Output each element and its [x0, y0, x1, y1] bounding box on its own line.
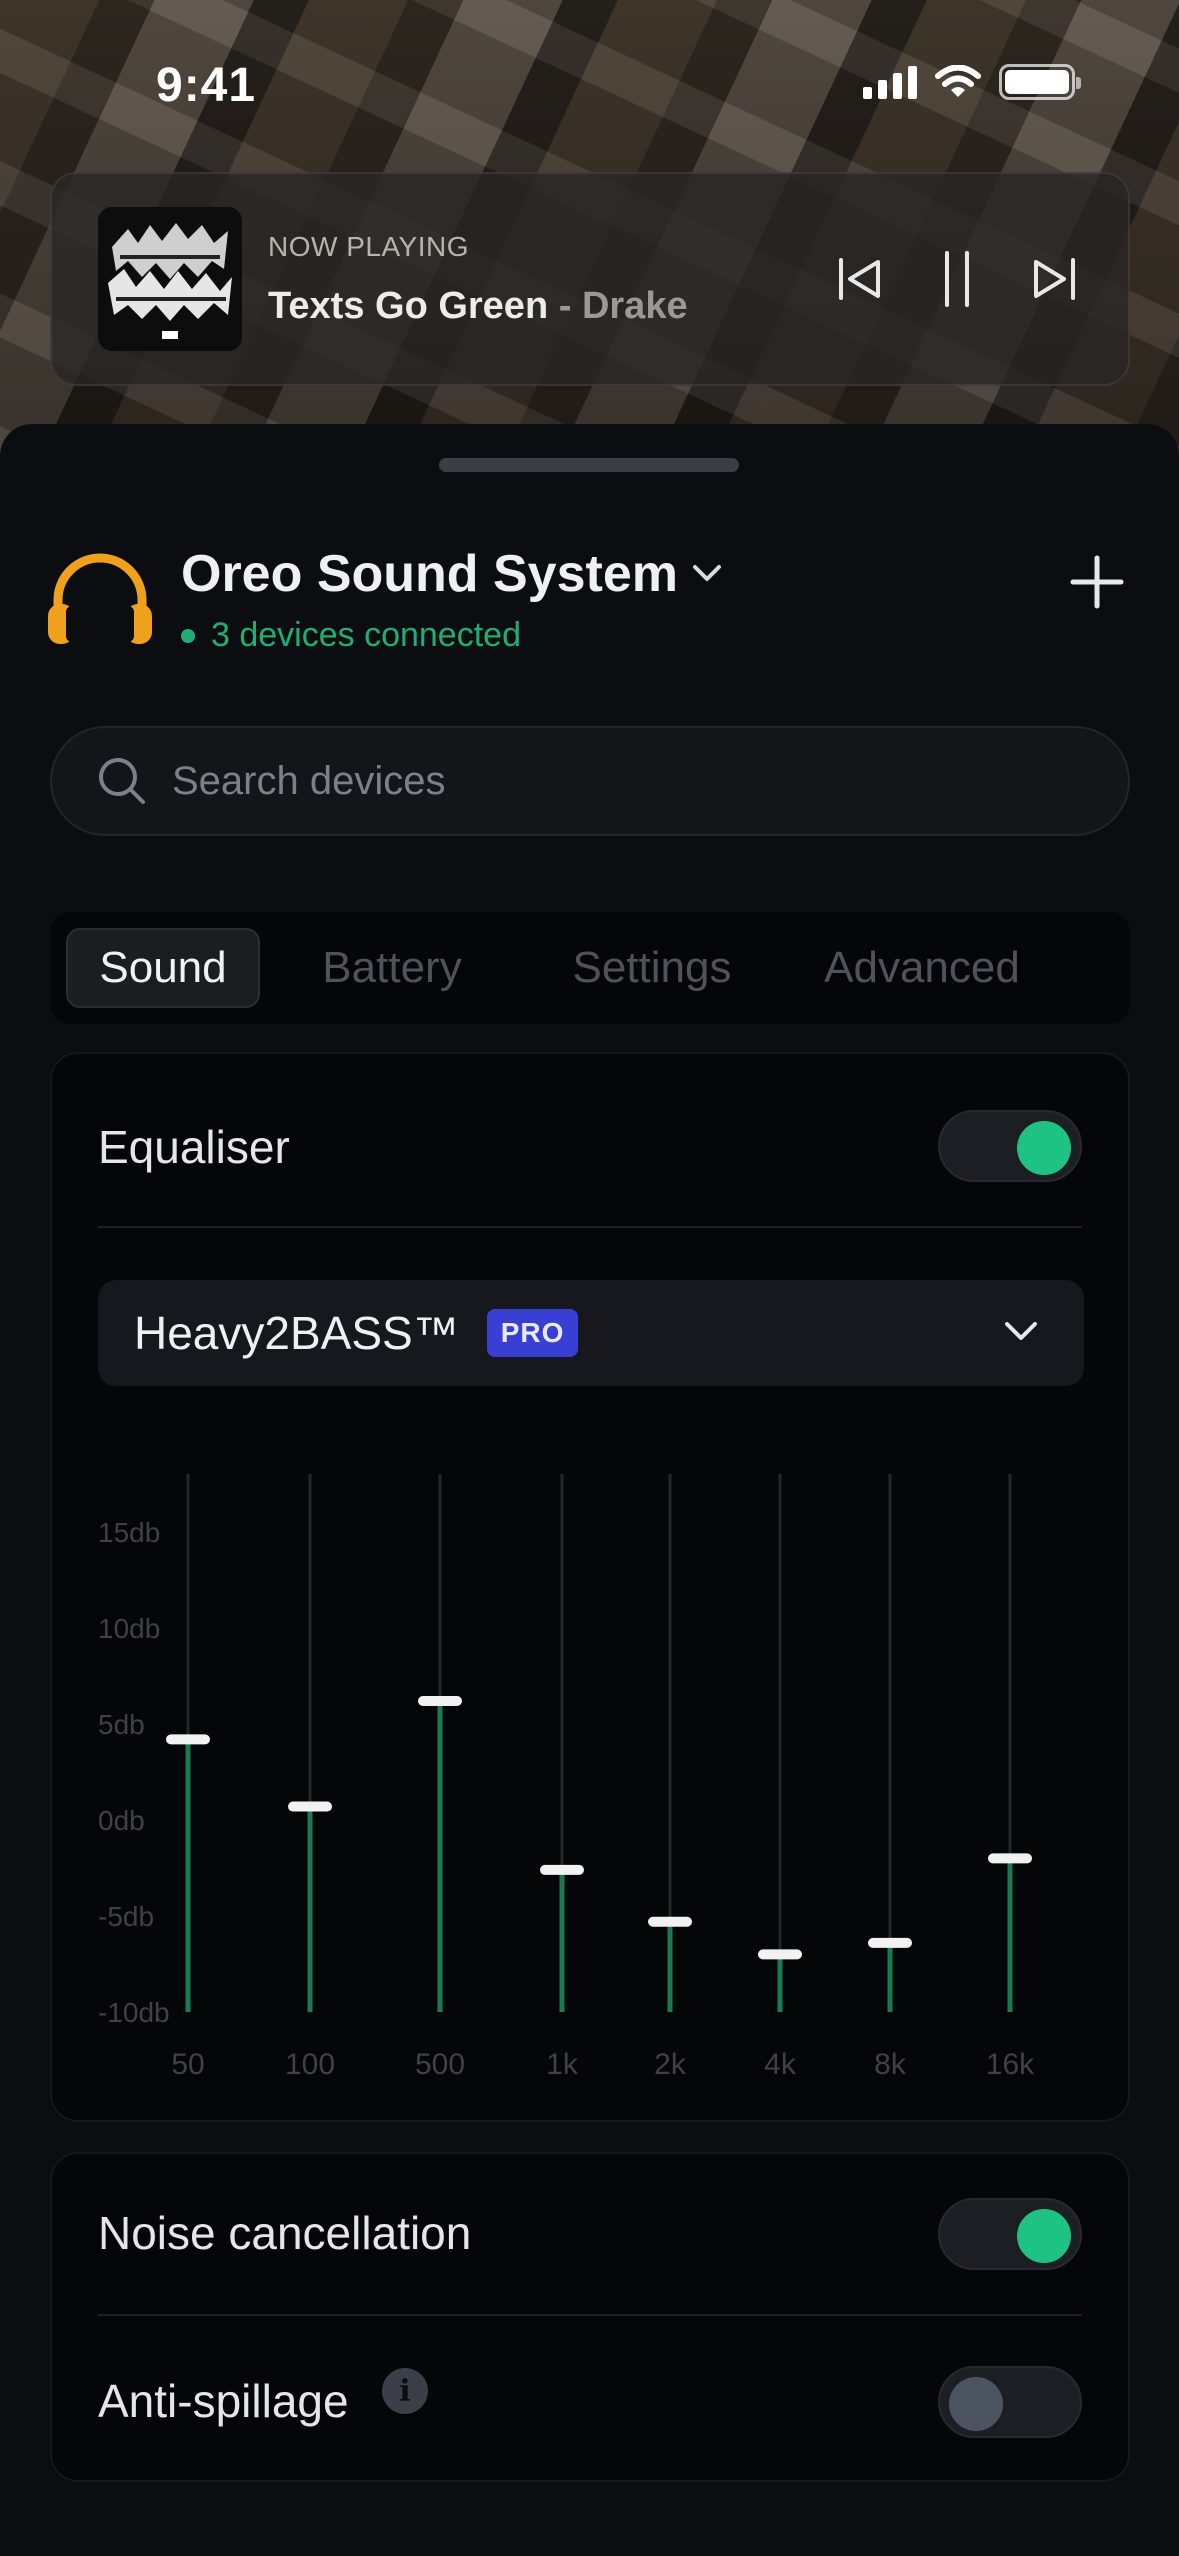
y-tick-label: -10db: [98, 1997, 170, 2028]
x-tick-label: 1k: [546, 2048, 579, 2081]
eq-band-handle[interactable]: [166, 1734, 210, 1745]
next-track-icon[interactable]: [1030, 255, 1078, 303]
y-tick-label: 5db: [98, 1709, 145, 1740]
anti-spillage-label: Anti-spillage: [98, 2375, 349, 2427]
tab-battery[interactable]: Battery: [272, 928, 512, 1008]
y-tick-label: -5db: [98, 1901, 154, 1932]
toggle-knob: [949, 2377, 1003, 2431]
y-tick-label: 0db: [98, 1805, 145, 1836]
eq-band-handle[interactable]: [868, 1937, 912, 1948]
info-icon[interactable]: i: [382, 2368, 428, 2414]
eq-band-handle[interactable]: [648, 1916, 692, 1927]
tab-advanced[interactable]: Advanced: [792, 928, 1052, 1008]
noise-cancellation-label: Noise cancellation: [98, 2207, 472, 2259]
connection-status: 3 devices connected: [181, 616, 521, 655]
search-bar[interactable]: [50, 726, 1130, 836]
x-tick-label: 8k: [874, 2048, 907, 2081]
y-tick-label: 10db: [98, 1613, 160, 1644]
search-icon: [99, 758, 145, 804]
battery-icon: [999, 64, 1081, 100]
device-sheet: Oreo Sound System 3 devices connected So…: [0, 424, 1179, 2556]
eq-band-handle[interactable]: [540, 1864, 584, 1875]
y-tick-label: 15db: [98, 1517, 160, 1548]
eq-band-handle[interactable]: [758, 1949, 802, 1960]
x-tick-label: 50: [171, 2048, 204, 2081]
add-device-button[interactable]: [1067, 552, 1127, 612]
equaliser-chart: 15db 10db 5db 0db -5db -10db50 100 500 1k 2k 4k 8k 1…: [98, 1474, 1035, 2081]
chevron-down-icon[interactable]: [690, 562, 724, 584]
cellular-signal-icon: [863, 65, 917, 99]
eq-band-handle[interactable]: [988, 1853, 1032, 1864]
wifi-icon: [935, 65, 981, 97]
search-input[interactable]: [172, 758, 1072, 804]
anti-spillage-toggle[interactable]: [938, 2366, 1082, 2438]
x-tick-label: 500: [415, 2048, 465, 2081]
sheet-grabber[interactable]: [439, 458, 739, 472]
tab-bar: Sound Battery Settings Advanced: [50, 912, 1130, 1024]
track-separator: -: [548, 284, 582, 327]
eq-band-handle[interactable]: [418, 1695, 462, 1706]
noise-cancellation-toggle[interactable]: [938, 2198, 1082, 2270]
divider: [98, 2314, 1082, 2316]
x-tick-label: 2k: [654, 2048, 687, 2081]
status-time: 9:41: [156, 59, 257, 112]
track-title: Texts Go Green: [268, 284, 549, 327]
album-art: [98, 207, 242, 351]
status-icons: [863, 64, 1081, 100]
headphones-icon: [48, 553, 152, 644]
status-dot-icon: [181, 628, 195, 643]
tab-sound[interactable]: Sound: [66, 928, 260, 1008]
track-info: Texts Go Green - Drake: [268, 285, 688, 328]
device-name[interactable]: Oreo Sound System: [181, 544, 678, 604]
x-tick-label: 4k: [764, 2048, 797, 2081]
x-tick-label: 16k: [986, 2048, 1035, 2081]
tab-settings[interactable]: Settings: [512, 928, 792, 1008]
track-artist: Drake: [581, 284, 688, 327]
audio-options-card: Noise cancellation Anti-spillage i: [50, 2152, 1130, 2482]
now-playing-bar[interactable]: NOW PLAYING Texts Go Green - Drake: [50, 172, 1130, 386]
pause-icon[interactable]: [942, 249, 972, 309]
connection-status-text: 3 devices connected: [211, 616, 521, 654]
equaliser-card: Equaliser Heavy2BASS™ PRO 15db 10db 5db 0db…: [50, 1052, 1130, 2122]
album-cover-image: [98, 207, 242, 351]
x-tick-label: 100: [285, 2048, 335, 2081]
eq-band-handle[interactable]: [288, 1801, 332, 1812]
previous-track-icon[interactable]: [836, 255, 884, 303]
now-playing-label: NOW PLAYING: [268, 230, 470, 262]
toggle-knob: [1017, 2209, 1071, 2263]
